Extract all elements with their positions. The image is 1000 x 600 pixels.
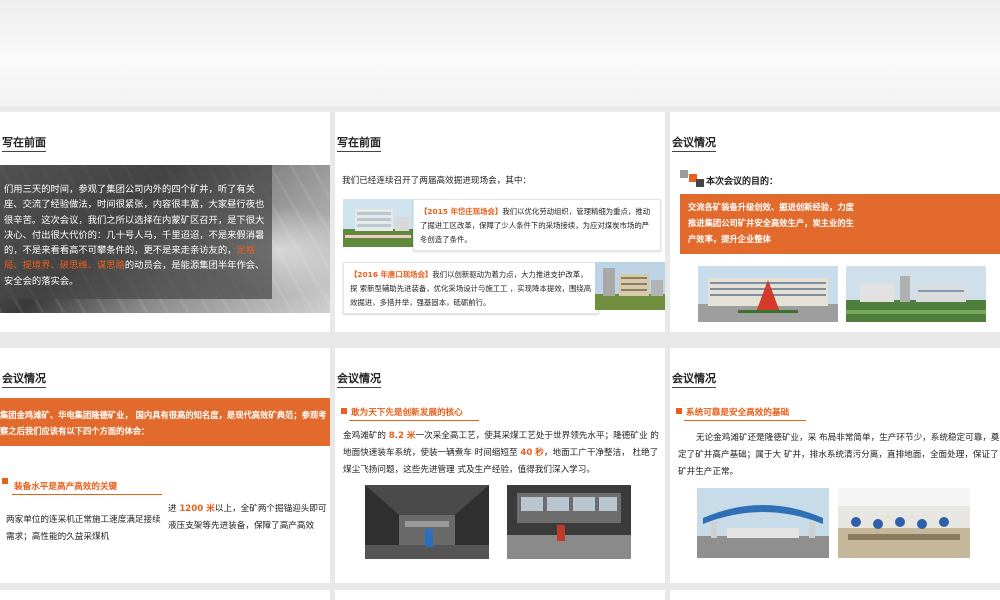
daizhuang-mine-photo: [343, 199, 413, 247]
slide-title: 会议情况: [672, 136, 716, 152]
slide-title: 会议情况: [672, 372, 716, 388]
sub-heading-underline: [12, 494, 162, 495]
slide-lead-text: 我们已经连续召开了两届高效掘进现场会，其中：: [342, 176, 532, 186]
daizhuang-meeting-box: 【2015 年岱庄现场会】我们以优化劳动组织，管理精细为重点，推动了掘进工区改革…: [413, 199, 661, 251]
decor-square-orange: [676, 408, 682, 414]
slide-thumbnail-8-partial[interactable]: [335, 590, 665, 600]
decor-square-orange: [2, 478, 8, 484]
decor-square-orange: [341, 408, 347, 414]
slide-title: 会议情况: [2, 372, 46, 388]
slide-thumbnail-6[interactable]: 会议情况 系统可靠是安全高效的基础 无论金鸡滩矿还是隆德矿业，采 布局非常简单，…: [670, 348, 1000, 583]
sub-heading: 敢为天下先是创新发展的核心: [351, 408, 463, 418]
tangkou-meeting-box: 【2016 年唐口现场会】我们以创新驱动为着力点，大力推进支护改革，探 索新型辅…: [343, 262, 599, 314]
slide-thumbnail-4[interactable]: 会议情况 集团金鸡滩矿、华电集团隆德矿业， 国内具有很高的知名度，是现代高效矿典…: [0, 348, 330, 583]
box-tag: 【2016 年唐口现场会】: [350, 270, 433, 279]
decor-square-grey: [680, 170, 688, 178]
meeting-room-photo: [838, 488, 970, 558]
decor-square-dark: [696, 179, 704, 187]
tangkou-mine-photo: [595, 262, 665, 310]
slide-title: 写在前面: [2, 136, 46, 152]
control-room-photo: [507, 485, 631, 559]
text-highlight: 8.2 米: [388, 431, 416, 441]
box-text: 【2015 年岱庄现场会】我们以优化劳动组织，管理精细为重点，推动了掘进工区改革…: [414, 200, 660, 252]
slide-thumbnail-7-partial[interactable]: [0, 590, 330, 600]
slide-thumbnail-9-partial[interactable]: [670, 590, 1000, 600]
text-highlight: 40 秒: [520, 448, 544, 458]
sub-heading-underline: [684, 420, 806, 421]
right-column-text: 进 1200 米以上，全矿两个掘锚迎头即可 液压支架等先进装备，保障了高产高效: [168, 501, 330, 535]
purpose-bar: 交流各矿装备升级创效、掘进创新经验，力度推进集团公司矿井安全高效生产，炭主业的生…: [680, 194, 1000, 254]
text-part: 进: [168, 504, 180, 514]
body-text-part-1: 们用三天的时间，参观了集团公司内外的四个矿井，听了有关座、交流了经验做法，时间很…: [4, 184, 265, 257]
text-highlight: 1200 米: [179, 504, 215, 514]
underground-tunnel-photo: [365, 485, 489, 559]
summary-bar-text: 集团金鸡滩矿、华电集团隆德矿业， 国内具有很高的知名度，是现代高效矿典范；参观考…: [0, 410, 327, 436]
slide-thumbnail-2[interactable]: 写在前面 我们已经连续召开了两届高效掘进现场会，其中： 【2015 年岱庄现场会…: [335, 112, 665, 332]
box-tag: 【2015 年岱庄现场会】: [420, 207, 503, 216]
sub-heading: 装备水平是高产高效的关键: [14, 482, 118, 492]
body-text: 金鸡滩矿的 8.2 米一次采全高工艺，使其采煤工艺处于世界领先水平；隆德矿业 的…: [343, 428, 665, 479]
slide-thumbnail-1[interactable]: 写在前面 们用三天的时间，参观了集团公司内外的四个矿井，听了有关座、交流了经验做…: [0, 112, 330, 332]
office-building-photo: [698, 266, 838, 322]
top-blank-band: [0, 0, 1000, 106]
sub-heading: 系统可靠是安全高效的基础: [686, 408, 790, 418]
slide-title: 写在前面: [337, 136, 381, 152]
mine-gate-photo: [697, 488, 829, 558]
text-part: 金鸡滩矿的: [343, 431, 389, 441]
body-text: 无论金鸡滩矿还是隆德矿业，采 布局非常简单，生产环节少，系统稳定可靠，奠定了矿井…: [678, 433, 1000, 477]
purpose-heading: 本次会议的目的：: [706, 177, 779, 187]
slide-thumbnail-3[interactable]: 会议情况 本次会议的目的： 交流各矿装备升级创效、掘进创新经验，力度推进集团公司…: [670, 112, 1000, 332]
summary-bar: 集团金鸡滩矿、华电集团隆德矿业， 国内具有很高的知名度，是现代高效矿典范；参观考…: [0, 398, 330, 446]
mine-site-photo: [846, 266, 986, 322]
sub-heading-underline: [349, 420, 479, 421]
slide-title: 会议情况: [337, 372, 381, 388]
left-column-text: 两家单位的连采机正常施工速度满足接续需求；高性能的久益采煤机: [6, 515, 161, 542]
purpose-bar-text: 交流各矿装备升级创效、掘进创新经验，力度推进集团公司矿井安全高效生产，炭主业的生…: [688, 202, 854, 244]
box-text: 【2016 年唐口现场会】我们以创新驱动为着力点，大力推进支护改革，探 索新型辅…: [344, 263, 598, 315]
slide-body-text: 们用三天的时间，参观了集团公司内外的四个矿井，听了有关座、交流了经验做法，时间很…: [4, 182, 269, 289]
slide-thumbnail-5[interactable]: 会议情况 敢为天下先是创新发展的核心 金鸡滩矿的 8.2 米一次采全高工艺，使其…: [335, 348, 665, 583]
